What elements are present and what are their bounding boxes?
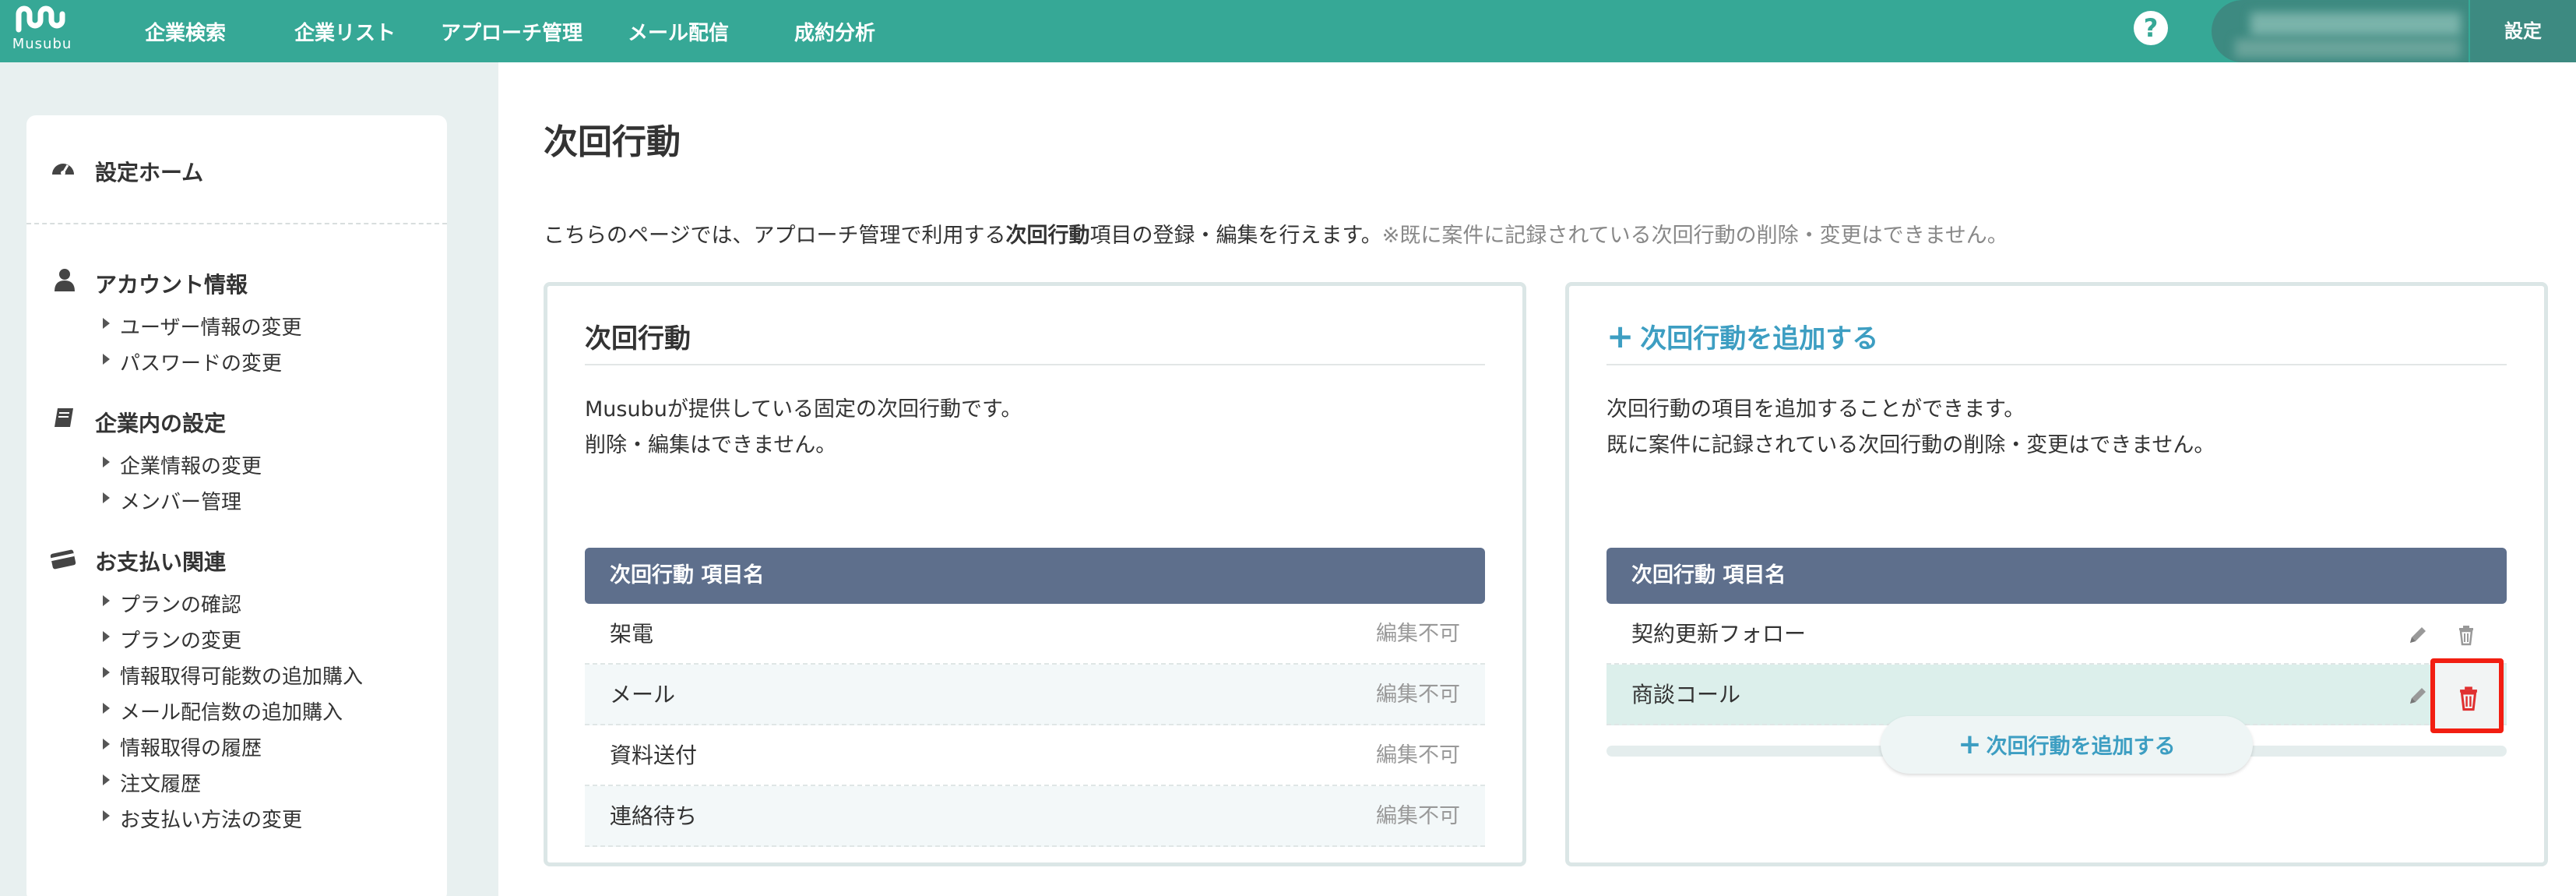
musubu-logo[interactable]: Musubu bbox=[11, 5, 73, 58]
blurred-company bbox=[2235, 39, 2461, 58]
nav-company-list[interactable]: 企業リスト bbox=[294, 0, 396, 62]
row-name: 架電 bbox=[610, 621, 654, 647]
row-name: 商談コール bbox=[1631, 682, 1741, 707]
pencil-icon[interactable] bbox=[2407, 624, 2429, 646]
fixed-panel-desc-2: 削除・編集はできません。 bbox=[585, 433, 837, 457]
settings-sidebar: 設定ホーム アカウント情報 ユーザー情報の変更 パスワードの変更 企業内の設定 … bbox=[26, 115, 447, 896]
divider bbox=[585, 364, 1485, 365]
help-icon[interactable]: ? bbox=[2134, 11, 2168, 45]
sidebar-area: 設定ホーム アカウント情報 ユーザー情報の変更 パスワードの変更 企業内の設定 … bbox=[0, 62, 498, 896]
custom-panel-desc-1: 次回行動の項目を追加することができます。 bbox=[1606, 397, 2025, 422]
desc-bold: 次回行動 bbox=[1005, 224, 1090, 248]
page-description: こちらのページでは、アプローチ管理で利用する次回行動項目の登録・編集を行えます。… bbox=[544, 218, 2008, 249]
custom-table-header: 次回行動 項目名 bbox=[1606, 548, 2507, 604]
sidebar-home-section: 設定ホーム bbox=[26, 115, 447, 224]
user-account-menu[interactable] bbox=[2212, 0, 2469, 62]
row-status: 編集不可 bbox=[1376, 683, 1460, 707]
row-name: 契約更新フォロー bbox=[1631, 621, 1807, 647]
nav-company-search[interactable]: 企業検索 bbox=[145, 0, 226, 62]
sidebar-item-member-management[interactable]: メンバー管理 bbox=[102, 486, 241, 515]
plus-icon: + bbox=[1958, 728, 1982, 760]
plus-icon: + bbox=[1606, 317, 1635, 355]
pencil-icon[interactable] bbox=[2407, 685, 2429, 707]
divider bbox=[1606, 364, 2507, 365]
trash-icon bbox=[2460, 686, 2477, 711]
add-next-action-button[interactable]: + 次回行動を追加する bbox=[1881, 716, 2253, 774]
row-status: 編集不可 bbox=[1376, 622, 1460, 646]
fixed-panel-desc-1: Musubuが提供している固定の次回行動です。 bbox=[585, 397, 1022, 422]
nav-mail-delivery[interactable]: メール配信 bbox=[628, 0, 729, 62]
dashboard-icon bbox=[52, 164, 74, 175]
trash-icon[interactable] bbox=[2455, 624, 2477, 646]
sidebar-item-payment-method[interactable]: お支払い方法の変更 bbox=[102, 804, 302, 833]
desc-text: こちらのページでは、アプローチ管理で利用する bbox=[544, 224, 1006, 248]
sidebar-item-info-history[interactable]: 情報取得の履歴 bbox=[102, 732, 262, 761]
add-action-title[interactable]: + 次回行動を追加する bbox=[1606, 317, 1878, 355]
desc-note: ※既に案件に記録されている次回行動の削除・変更はできません。 bbox=[1381, 224, 2008, 248]
settings-button[interactable]: 設定 bbox=[2470, 0, 2576, 62]
custom-panel-desc-2: 既に案件に記録されている次回行動の削除・変更はできません。 bbox=[1606, 433, 2215, 457]
row-status: 編集不可 bbox=[1376, 743, 1460, 767]
row-name: 資料送付 bbox=[610, 743, 698, 768]
credit-card-icon bbox=[50, 549, 76, 570]
table-row: 架電 編集不可 bbox=[585, 604, 1485, 665]
table-row: メール 編集不可 bbox=[585, 665, 1485, 725]
logo-icon bbox=[16, 5, 65, 33]
sidebar-group-account: アカウント情報 bbox=[95, 272, 248, 298]
table-row: 契約更新フォロー bbox=[1606, 604, 2507, 665]
sidebar-item-password[interactable]: パスワードの変更 bbox=[102, 347, 282, 376]
fixed-panel-title: 次回行動 bbox=[585, 323, 691, 355]
add-action-title-label: 次回行動を追加する bbox=[1640, 323, 1879, 355]
nav-approach-management[interactable]: アプローチ管理 bbox=[441, 0, 582, 62]
sidebar-item-order-history[interactable]: 注文履歴 bbox=[102, 768, 201, 797]
row-status: 編集不可 bbox=[1376, 804, 1460, 828]
row-name: メール bbox=[610, 682, 676, 707]
sidebar-group-payment: お支払い関連 bbox=[95, 549, 227, 575]
fixed-table-header: 次回行動 項目名 bbox=[585, 548, 1485, 604]
sidebar-item-info-quota-purchase[interactable]: 情報取得可能数の追加購入 bbox=[102, 661, 363, 690]
row-name: 連絡待ち bbox=[610, 803, 698, 829]
fixed-actions-panel: 次回行動 Musubuが提供している固定の次回行動です。 削除・編集はできません… bbox=[544, 282, 1526, 866]
user-icon bbox=[55, 269, 75, 291]
main-content: 次回行動 こちらのページでは、アプローチ管理で利用する次回行動項目の登録・編集を… bbox=[498, 62, 2576, 896]
page-title: 次回行動 bbox=[544, 122, 681, 162]
blurred-username bbox=[2250, 12, 2461, 36]
sidebar-item-settings-home[interactable]: 設定ホーム bbox=[95, 156, 203, 187]
sidebar-item-plan-check[interactable]: プランの確認 bbox=[102, 589, 241, 618]
logo-text: Musubu bbox=[12, 36, 72, 52]
delete-button-focused[interactable] bbox=[2430, 658, 2504, 733]
book-icon bbox=[55, 408, 73, 427]
table-row: 連絡待ち 編集不可 bbox=[585, 786, 1485, 847]
sidebar-item-mail-quota-purchase[interactable]: メール配信数の追加購入 bbox=[102, 697, 343, 725]
sidebar-item-plan-change[interactable]: プランの変更 bbox=[102, 625, 241, 654]
top-navbar: Musubu 企業検索 企業リスト アプローチ管理 メール配信 成約分析 ? 設… bbox=[0, 0, 2576, 62]
sidebar-group-company: 企業内の設定 bbox=[95, 411, 227, 436]
desc-text-2: 項目の登録・編集を行えます。 bbox=[1089, 224, 1382, 248]
add-button-label: 次回行動を追加する bbox=[1986, 735, 2176, 759]
nav-deal-analysis[interactable]: 成約分析 bbox=[794, 0, 875, 62]
sidebar-item-company-info[interactable]: 企業情報の変更 bbox=[102, 450, 262, 479]
custom-actions-panel: + 次回行動を追加する 次回行動の項目を追加することができます。 既に案件に記録さ… bbox=[1565, 282, 2548, 866]
table-row: 資料送付 編集不可 bbox=[585, 725, 1485, 786]
sidebar-item-user-info[interactable]: ユーザー情報の変更 bbox=[102, 312, 301, 340]
